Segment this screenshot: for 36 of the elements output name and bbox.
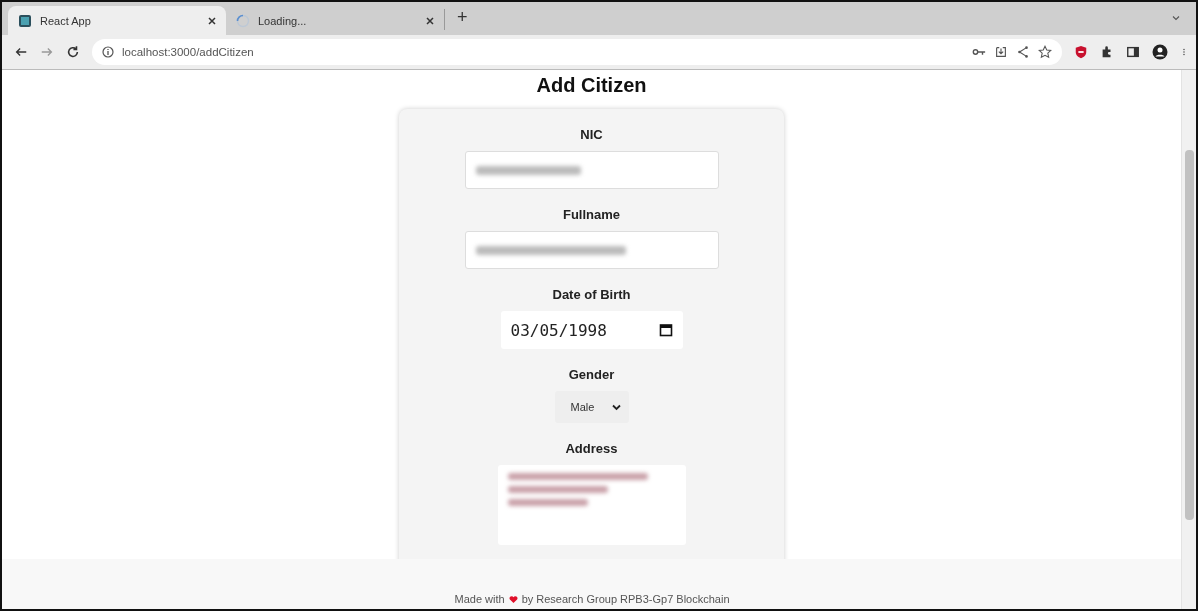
field-label: NIC	[580, 127, 603, 142]
page-heading: Add Citizen	[536, 74, 647, 97]
spinner-icon	[236, 13, 250, 28]
text-field[interactable]	[464, 151, 719, 189]
scrollbar[interactable]	[1181, 70, 1196, 609]
back-icon[interactable]	[14, 45, 28, 59]
footer-text: by Research Group RPB3-Gp7 Blockchain	[521, 593, 730, 605]
field-label: Address	[565, 441, 618, 456]
address-bar[interactable]: localhost:3000/addCitizen	[92, 39, 1062, 65]
chevron-down-icon	[611, 403, 621, 411]
field-label: Gender	[568, 367, 615, 382]
text-field[interactable]	[464, 231, 719, 269]
field-label: Date of Birth	[552, 287, 631, 302]
field-label: Fullname	[562, 207, 621, 222]
browser-tab[interactable]: React App	[8, 6, 226, 35]
browser-tab[interactable]: Loading...	[226, 6, 444, 35]
share-icon[interactable]	[1016, 45, 1030, 59]
reload-icon[interactable]	[66, 45, 80, 59]
heart-icon	[508, 595, 518, 604]
app-icon	[18, 13, 32, 28]
calendar-icon[interactable]	[658, 323, 673, 337]
scrollbar-thumb[interactable]	[1185, 150, 1194, 520]
gender-dropdown[interactable]: Male	[554, 391, 629, 423]
close-icon[interactable]	[426, 16, 434, 25]
puzzle-icon[interactable]	[1100, 45, 1114, 59]
info-icon[interactable]	[102, 46, 114, 58]
account-icon[interactable]	[1152, 44, 1168, 60]
install-icon[interactable]	[994, 45, 1008, 59]
footer-text: Made with	[454, 593, 505, 605]
star-icon[interactable]	[1038, 45, 1052, 59]
shield-icon[interactable]	[1074, 45, 1088, 59]
new-tab-button[interactable]: +	[444, 9, 478, 30]
close-icon[interactable]	[208, 16, 216, 25]
side-panel-icon[interactable]	[1126, 45, 1140, 59]
date-field[interactable]: 03/05/1998	[500, 311, 683, 349]
url-text: localhost:3000/addCitizen	[122, 46, 255, 58]
